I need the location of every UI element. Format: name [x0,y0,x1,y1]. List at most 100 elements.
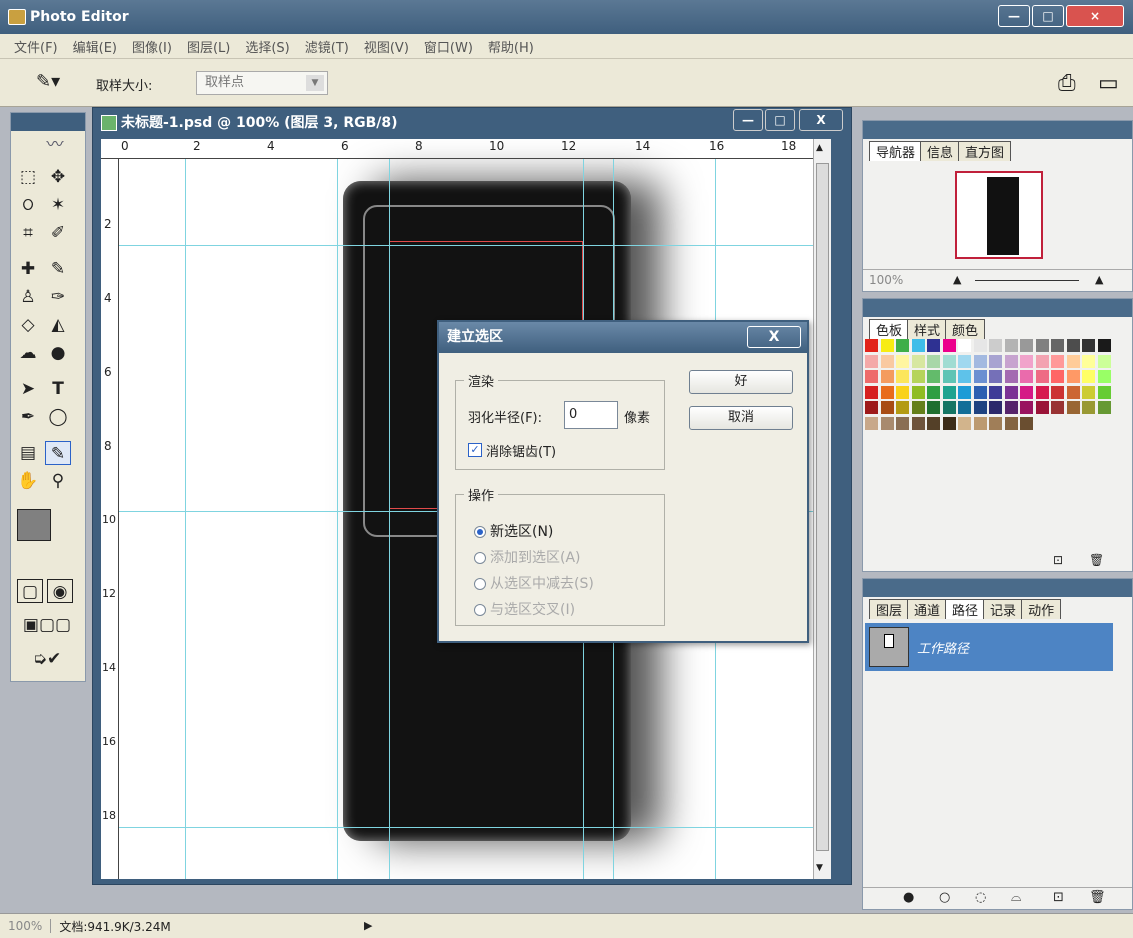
color-swatch[interactable] [1097,370,1111,383]
status-menu-arrow-icon[interactable]: ▶ [364,919,372,932]
color-swatch[interactable] [1020,354,1033,368]
color-swatch[interactable] [958,354,971,368]
color-swatch[interactable] [1082,339,1095,352]
feather-input[interactable]: 0 [564,401,618,429]
tab-swatches[interactable]: 色板 [869,319,910,339]
color-swatch[interactable] [942,354,956,368]
color-swatch[interactable] [1004,370,1018,383]
fill-path-icon[interactable]: ● [903,890,914,905]
antialias-checkbox[interactable]: ✓ [468,443,482,457]
close-button[interactable]: × [1066,5,1124,27]
eyedropper-icon[interactable]: ✎▾ [36,71,60,92]
color-swatch[interactable] [880,339,894,352]
color-swatch[interactable] [942,339,956,352]
color-swatch[interactable] [973,339,987,352]
zoom-slider[interactable] [975,280,1079,281]
color-swatch[interactable] [989,416,1002,430]
color-swatch[interactable] [989,339,1002,352]
guide-horizontal[interactable] [119,245,819,246]
color-swatch[interactable] [1051,401,1064,414]
tab-styles[interactable]: 样式 [907,319,948,339]
color-swatch[interactable] [1066,401,1080,414]
tab-paths[interactable]: 路径 [945,599,986,619]
paint-bucket-icon[interactable]: ◭ [45,313,71,337]
doc-maximize-button[interactable]: □ [765,109,795,131]
scroll-down-icon[interactable]: ▼ [816,863,823,873]
make-path-icon[interactable]: ⌓ [1011,890,1021,905]
load-selection-icon[interactable]: ◌ [975,890,986,905]
color-swatch[interactable] [1097,385,1111,399]
color-swatch[interactable] [989,385,1002,399]
color-swatch[interactable] [1097,339,1111,352]
navigator-zoom[interactable]: 100% [869,273,903,287]
foreground-color-swatch[interactable] [17,509,51,541]
color-swatch[interactable] [973,401,987,414]
color-swatch[interactable] [927,385,940,399]
guide-vertical[interactable] [389,159,390,879]
color-swatch[interactable] [911,401,925,414]
color-swatch[interactable] [880,370,894,383]
menu-filter[interactable]: 滤镜(T) [305,37,349,56]
color-swatch[interactable] [880,401,894,414]
color-swatch[interactable] [1035,385,1049,399]
color-swatch[interactable] [911,385,925,399]
radio-new-selection[interactable]: 新选区(N) [474,521,553,541]
menu-file[interactable]: 文件(F) [14,37,58,56]
color-swatch[interactable] [896,339,909,352]
marquee-icon[interactable]: ⬚ [15,165,41,189]
color-swatch[interactable] [1004,401,1018,414]
status-zoom[interactable]: 100% [0,919,52,933]
color-swatch[interactable] [865,370,878,383]
color-swatch[interactable] [911,354,925,368]
color-swatch[interactable] [927,416,940,430]
color-swatch[interactable] [989,370,1002,383]
pen-icon[interactable]: ✒ [15,405,41,429]
color-swatch[interactable] [1097,401,1111,414]
menu-image[interactable]: 图像(I) [132,37,172,56]
color-swatch[interactable] [911,416,925,430]
color-swatch[interactable] [989,354,1002,368]
screen-mode-icons[interactable]: ▣▢▢ [15,613,79,637]
color-swatch[interactable] [880,416,894,430]
color-swatch[interactable] [942,385,956,399]
chevron-down-icon[interactable]: ▼ [306,75,324,91]
guide-vertical[interactable] [185,159,186,879]
zoom-icon[interactable]: ⚲ [45,469,71,493]
color-swatch[interactable] [1082,401,1095,414]
zoom-out-icon[interactable]: ▲ [953,273,961,286]
color-swatch[interactable] [958,401,971,414]
color-swatch[interactable] [1082,354,1095,368]
color-swatch[interactable] [1004,416,1018,430]
file-browser-icon[interactable]: ⎙ [1058,71,1076,96]
color-swatch[interactable] [911,339,925,352]
menu-edit[interactable]: 编辑(E) [73,37,117,56]
new-swatch-icon[interactable]: ⊡ [1053,553,1063,567]
color-swatch[interactable] [880,385,894,399]
swatch-grid[interactable] [865,339,1117,469]
guide-vertical[interactable] [337,159,338,879]
color-swatch[interactable] [927,370,940,383]
color-swatch[interactable] [1066,370,1080,383]
dodge-icon[interactable]: ● [45,341,71,365]
color-swatch[interactable] [958,370,971,383]
color-swatch[interactable] [1051,385,1064,399]
sample-size-select[interactable]: 取样点 ▼ [196,71,328,95]
stamp-icon[interactable]: ♙ [15,285,41,309]
jump-to-icon[interactable]: ➭✔ [15,647,79,671]
healing-brush-icon[interactable]: ✚ [15,257,41,281]
new-path-icon[interactable]: ⊡ [1053,890,1064,905]
lasso-icon[interactable]: ଠ [15,193,41,217]
tab-layers[interactable]: 图层 [869,599,910,619]
color-swatch[interactable] [865,339,878,352]
eyedropper-tool-icon[interactable]: ✎ [45,441,71,465]
color-swatch[interactable] [1020,416,1033,430]
color-swatch[interactable] [896,354,909,368]
color-swatch[interactable] [958,339,971,352]
ellipse-icon[interactable]: ◯ [45,405,71,429]
color-swatch[interactable] [865,385,878,399]
standard-mode-icon[interactable]: ▢ [17,579,43,603]
brush-icon[interactable]: ✎ [45,257,71,281]
color-swatch[interactable] [1020,339,1033,352]
trash-icon[interactable]: 🗑 [1089,553,1104,567]
color-swatch[interactable] [927,354,940,368]
